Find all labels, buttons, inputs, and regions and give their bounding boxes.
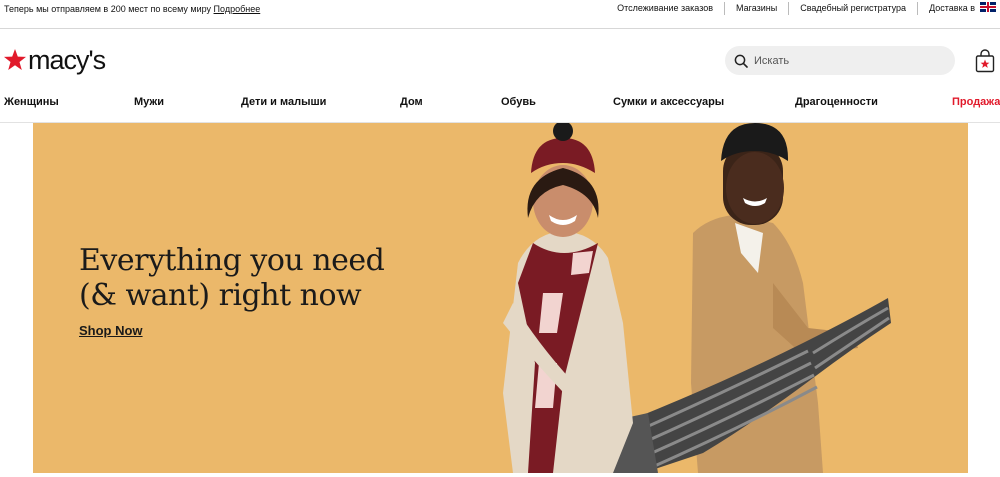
nav-item-kids[interactable]: Дети и малыши (241, 96, 326, 108)
ship-to-label: Доставка в (929, 3, 975, 13)
hero-models-image (503, 123, 891, 473)
search-icon (734, 54, 748, 68)
nav-item-jewelry[interactable]: Драгоценности (795, 96, 878, 108)
nav-item-sale[interactable]: Продажа (952, 96, 1000, 108)
nav-item-women[interactable]: Женщины (4, 96, 59, 108)
nav-item-shoes[interactable]: Обувь (501, 96, 536, 108)
nav-item-bags[interactable]: Сумки и аксессуары (613, 96, 724, 108)
learn-more-link[interactable]: Подробнее (214, 4, 261, 14)
nav-item-home[interactable]: Дом (400, 96, 423, 108)
woman-figure (503, 123, 633, 473)
ship-to-selector[interactable]: Доставка в (918, 2, 996, 15)
utility-bar: Теперь мы отправляем в 200 мест по всему… (0, 0, 1000, 19)
macys-logo[interactable]: macy's (3, 44, 106, 76)
shipping-notice: Теперь мы отправляем в 200 мест по всему… (4, 4, 260, 14)
header-divider (0, 28, 1000, 29)
hero-headline-line-1: Everything you need (79, 243, 385, 278)
search-bar[interactable] (725, 46, 955, 75)
hero-headline-line-2: (& want) right now (79, 278, 362, 313)
star-icon (4, 49, 26, 70)
shop-now-link[interactable]: Shop Now (79, 323, 143, 338)
logo-text: macy's (28, 44, 106, 75)
utility-links: Отслеживание заказов Магазины Свадебный … (606, 0, 996, 17)
order-tracking-link[interactable]: Отслеживание заказов (606, 2, 726, 15)
shopping-bag-icon[interactable] (975, 49, 995, 73)
hero-headline: Everything you need (& want) right now (79, 243, 385, 313)
shipping-text: Теперь мы отправляем в 200 мест по всему… (4, 4, 212, 14)
stores-link[interactable]: Магазины (725, 2, 790, 15)
hero-banner[interactable]: Everything you need (& want) right now S… (33, 123, 968, 473)
wedding-registry-link[interactable]: Свадебный регистратура (789, 2, 919, 15)
search-input[interactable] (754, 54, 944, 67)
uk-flag-icon (980, 2, 996, 12)
nav-item-men[interactable]: Мужи (134, 96, 164, 108)
main-nav: Женщины Мужи Дети и малыши Дом Обувь Сум… (0, 93, 1000, 113)
